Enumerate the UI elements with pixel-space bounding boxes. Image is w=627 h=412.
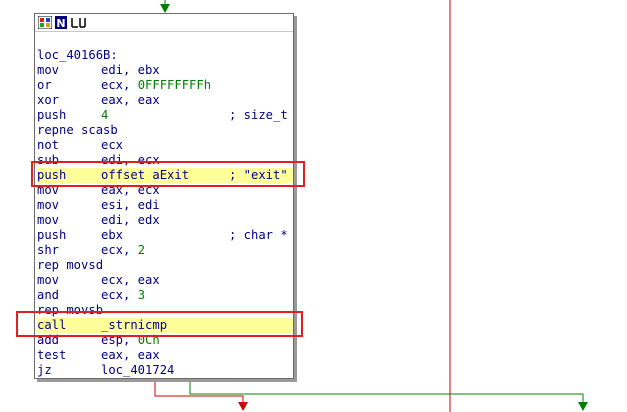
- block-titlebar: N: [35, 14, 293, 32]
- operands: loc_401724: [101, 363, 174, 378]
- immediate-value: 3: [137, 288, 146, 302]
- operands: edi, ebx: [101, 63, 160, 78]
- xrefs-icon[interactable]: [70, 16, 90, 29]
- incoming-arrow-icon: [160, 4, 170, 13]
- code-line[interactable]: rep movsd: [37, 258, 293, 273]
- mnemonic: or: [37, 78, 52, 92]
- highlight-box-call-strnicmp: [16, 311, 303, 337]
- operands: 4: [101, 108, 108, 123]
- code-line[interactable]: test eax, eax: [37, 348, 293, 363]
- code-line[interactable]: shr ecx, 2: [37, 243, 293, 258]
- false-branch-arrow-icon: [238, 402, 248, 411]
- operand-text: ecx,: [101, 78, 138, 92]
- graph-mode-icon[interactable]: [38, 16, 52, 29]
- code-line[interactable]: push 4 ; size_t: [37, 108, 293, 123]
- basic-block[interactable]: N loc_40166B: mov edi, ebx or ecx, 0FFFFFFFF…: [16, 13, 305, 379]
- operands: ecx: [101, 138, 123, 153]
- comment: ; char *: [229, 228, 288, 242]
- svg-text:N: N: [56, 17, 65, 29]
- true-branch-edge: [189, 379, 584, 404]
- code-line[interactable]: mov edi, ebx: [37, 63, 293, 78]
- comment: ; size_t: [229, 108, 288, 122]
- mnemonic: rep movsd: [37, 258, 104, 272]
- code-line[interactable]: mov ecx, eax: [37, 273, 293, 288]
- code-line[interactable]: jz loc_401724: [37, 363, 293, 378]
- mnemonic: loc_40166B:: [37, 48, 118, 62]
- operands: ebx: [101, 228, 123, 243]
- immediate-value: 2: [137, 243, 146, 257]
- operands: ecx, eax: [101, 273, 160, 288]
- code-line[interactable]: [37, 33, 293, 48]
- code-line[interactable]: not ecx: [37, 138, 293, 153]
- mnemonic: jz: [37, 363, 52, 377]
- operands: eax, eax: [101, 348, 160, 363]
- mnemonic: test: [37, 348, 67, 362]
- immediate-value: 4: [101, 108, 109, 122]
- code-line[interactable]: repne scasb: [37, 123, 293, 138]
- true-branch-arrow-icon: [578, 402, 588, 411]
- operand-text: loc_401724: [101, 363, 175, 377]
- operands: eax, eax: [101, 93, 160, 108]
- code-line[interactable]: mov esi, edi: [37, 198, 293, 213]
- operand-text: ecx: [101, 138, 124, 152]
- operand-text: ecx, eax: [101, 273, 160, 287]
- immediate-value: 0FFFFFFFFh: [137, 78, 212, 92]
- operands: esi, edi: [101, 198, 160, 213]
- operand-text: edi, ebx: [101, 63, 160, 77]
- operand-text: edi, edx: [101, 213, 160, 227]
- code-line[interactable]: or ecx, 0FFFFFFFFh: [37, 78, 293, 93]
- mnemonic: and: [37, 288, 60, 302]
- mnemonic: xor: [37, 93, 60, 107]
- mnemonic: push: [37, 228, 67, 242]
- operands: ecx, 2: [101, 243, 145, 258]
- mnemonic: mov: [37, 213, 60, 227]
- operand-text: eax, eax: [101, 348, 160, 362]
- operand-text: ebx: [101, 228, 124, 242]
- operands: ecx, 3: [101, 288, 145, 303]
- mnemonic: shr: [37, 243, 60, 257]
- code-line[interactable]: mov edi, edx: [37, 213, 293, 228]
- operands: ecx, 0FFFFFFFFh: [101, 78, 211, 93]
- false-branch-edge: [154, 379, 244, 404]
- mnemonic: repne scasb: [37, 123, 118, 137]
- operand-text: ecx,: [101, 243, 138, 257]
- code-line[interactable]: xor eax, eax: [37, 93, 293, 108]
- code-line[interactable]: loc_40166B:: [37, 48, 293, 63]
- mnemonic: not: [37, 138, 60, 152]
- operand-text: eax, eax: [101, 93, 160, 107]
- mnemonic: mov: [37, 198, 60, 212]
- operand-text: ecx,: [101, 288, 138, 302]
- operand-text: esi, edi: [101, 198, 160, 212]
- mnemonic: mov: [37, 63, 60, 77]
- code-line[interactable]: push ebx ; char *: [37, 228, 293, 243]
- mnemonic: push: [37, 108, 67, 122]
- code-line[interactable]: and ecx, 3: [37, 288, 293, 303]
- highlight-box-push-exit: [31, 161, 305, 187]
- N-rename-icon[interactable]: N: [55, 16, 67, 29]
- operands: edi, edx: [101, 213, 160, 228]
- mnemonic: mov: [37, 273, 60, 287]
- graph-view[interactable]: N loc_40166B: mov edi, ebx or ecx, 0FFFFFFFF…: [0, 0, 627, 412]
